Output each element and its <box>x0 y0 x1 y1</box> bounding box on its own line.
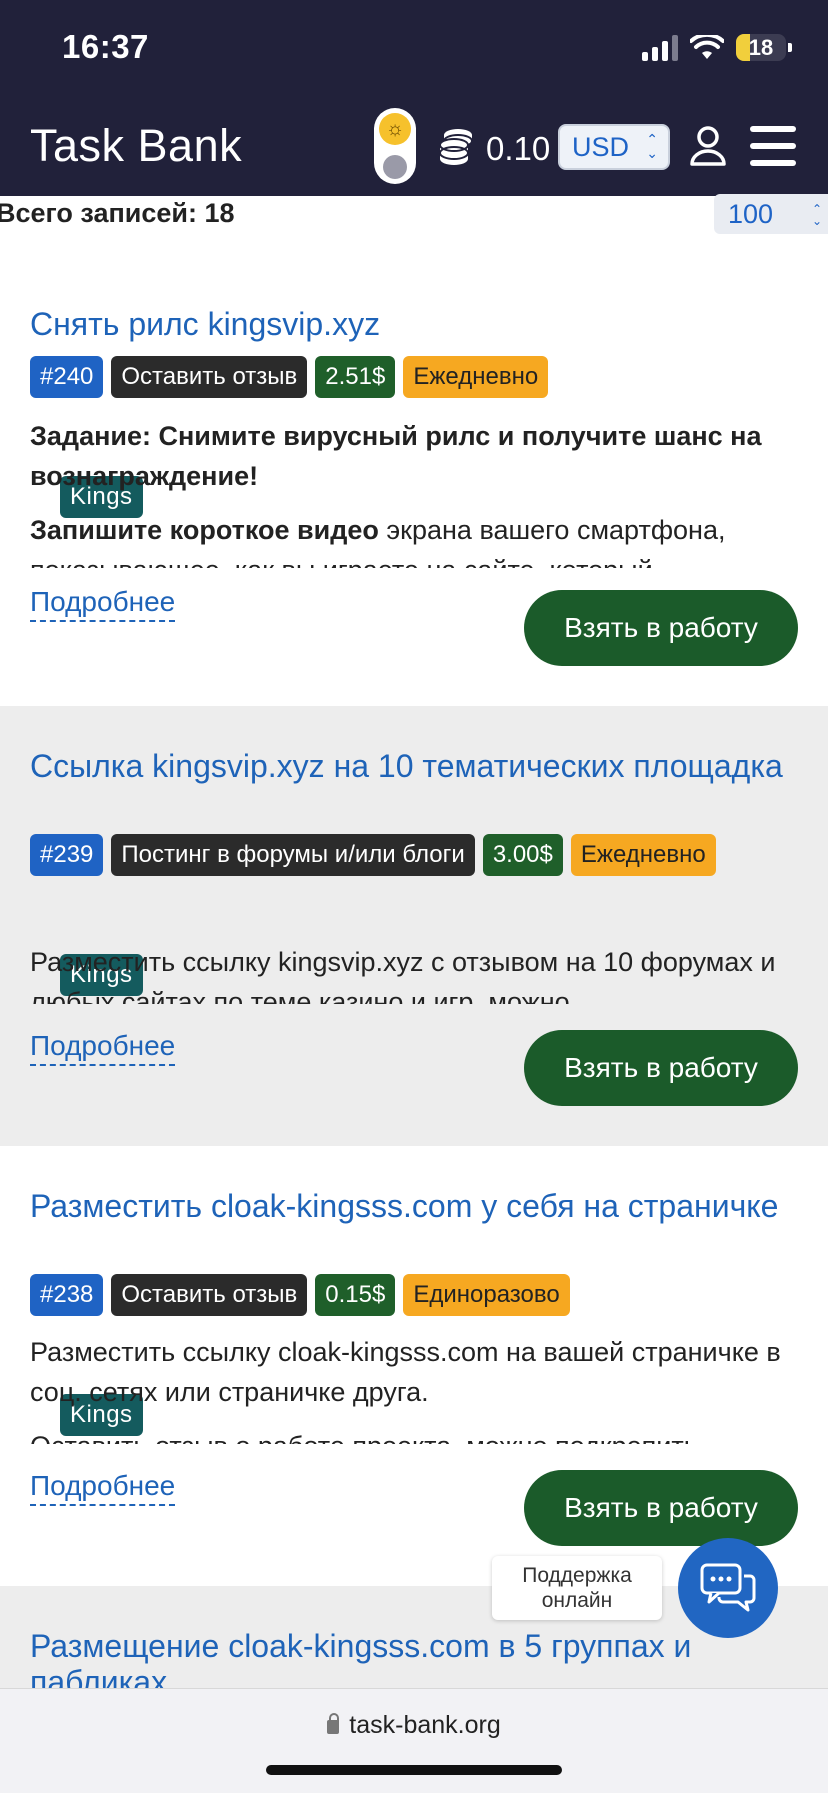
chat-bubbles-icon <box>700 1563 756 1612</box>
more-link[interactable]: Подробнее <box>30 1470 176 1506</box>
balance-amount: 0.10 <box>486 130 551 167</box>
wifi-icon <box>690 34 724 61</box>
task-frequency-badge: Ежедневно <box>570 834 716 876</box>
coins-icon <box>439 129 473 165</box>
theme-toggle[interactable]: ☼ <box>374 108 416 184</box>
cellular-signal-icon <box>642 34 678 61</box>
status-time: 16:37 <box>62 28 149 65</box>
take-task-button[interactable]: Взять в работу <box>524 1030 798 1106</box>
records-count: Всего записей: 18 <box>0 198 235 228</box>
task-id-badge: #239 <box>30 834 104 876</box>
hamburger-menu-icon[interactable] <box>750 126 796 166</box>
task-description-p2: Запишите короткое видео экрана вашего см… <box>30 510 800 568</box>
more-link[interactable]: Подробнее <box>30 586 176 622</box>
task-tags: #240 Оставить отзыв 2.51$ Ежедневно King… <box>30 356 810 518</box>
task-description-bold: Запишите короткое видео <box>30 515 379 545</box>
battery-level: 18 <box>748 34 774 60</box>
chevron-updown-icon: ⌃ ⌄ <box>646 131 658 161</box>
task-card: Ссылка kingsvip.xyz на 10 тематических п… <box>0 706 828 1146</box>
battery-tip <box>788 43 792 52</box>
task-price-badge: 2.51$ <box>315 356 396 398</box>
support-label-line1: Поддержка <box>522 1564 632 1587</box>
task-card: Разместить cloak-kingsss.com у себя на с… <box>0 1146 828 1586</box>
more-link[interactable]: Подробнее <box>30 1030 176 1066</box>
currency-value: USD <box>572 131 630 162</box>
toggle-knob <box>383 155 407 179</box>
task-title[interactable]: Ссылка kingsvip.xyz на 10 тематических п… <box>30 748 790 784</box>
task-price-badge: 3.00$ <box>482 834 563 876</box>
task-id-badge: #240 <box>30 356 104 398</box>
user-icon[interactable] <box>686 124 730 168</box>
task-type-badge: Оставить отзыв <box>111 1274 308 1316</box>
support-label[interactable]: Поддержка онлайн <box>492 1556 662 1620</box>
task-frequency-badge: Ежедневно <box>403 356 549 398</box>
per-page-value: 100 <box>728 198 774 229</box>
task-title[interactable]: Снять рилс kingsvip.xyz <box>30 306 790 342</box>
support-chat-button[interactable] <box>678 1538 778 1638</box>
task-title[interactable]: Разместить cloak-kingsss.com у себя на с… <box>30 1188 790 1224</box>
lock-icon <box>327 1713 340 1734</box>
battery-icon: 18 <box>736 34 786 61</box>
url-display[interactable]: task-bank.org <box>0 1711 828 1740</box>
task-description: Разместить ссылку cloak-kingsss.com на в… <box>30 1332 800 1444</box>
take-task-button[interactable]: Взять в работу <box>524 1470 798 1546</box>
task-description-p1: Задание: Снимите вирусный рилс и получит… <box>30 421 762 491</box>
url-text: task-bank.org <box>349 1711 501 1739</box>
records-bar: Всего записей: 18 <box>0 196 828 236</box>
task-title[interactable]: Размещение cloak-kingsss.com в 5 группах… <box>30 1628 790 1688</box>
task-type-badge: Оставить отзыв <box>111 356 308 398</box>
task-description: Задание: Снимите вирусный рилс и получит… <box>30 416 800 568</box>
currency-select[interactable]: USD ⌃ ⌄ <box>558 124 670 170</box>
chevron-updown-icon: ⌃ ⌄ <box>811 202 822 228</box>
task-tags: #238 Оставить отзыв 0.15$ Единоразово Ki… <box>30 1274 810 1436</box>
task-id-badge: #238 <box>30 1274 104 1316</box>
task-card: Снять рилс kingsvip.xyz #240 Оставить от… <box>0 236 828 706</box>
task-type-badge: Постинг в форумы и/или блоги <box>111 834 475 876</box>
browser-address-bar: task-bank.org <box>0 1688 828 1793</box>
task-frequency-badge: Единоразово <box>403 1274 570 1316</box>
sun-icon: ☼ <box>379 113 411 145</box>
status-indicators: 18 <box>642 34 792 61</box>
task-price-badge: 0.15$ <box>315 1274 396 1316</box>
task-description-p2: Оставить отзыв о работе проекта, можно п… <box>30 1426 800 1444</box>
per-page-select[interactable]: 100 ⌃ ⌄ <box>714 194 828 234</box>
brand-logo[interactable]: Task Bank <box>30 120 242 172</box>
take-task-button[interactable]: Взять в работу <box>524 590 798 666</box>
app-header: 16:37 18 Task Bank ☼ 0.10 USD ⌃ ⌄ <box>0 0 828 196</box>
support-label-line2: онлайн <box>541 1589 613 1612</box>
task-description-p1: Разместить ссылку kingsvip.xyz с отзывом… <box>30 947 776 1004</box>
task-tags: #239 Постинг в форумы и/или блоги 3.00$ … <box>30 834 810 996</box>
home-indicator[interactable] <box>266 1765 562 1775</box>
task-description: Разместить ссылку kingsvip.xyz с отзывом… <box>30 942 800 1004</box>
task-description-p1: Разместить ссылку cloak-kingsss.com на в… <box>30 1337 781 1407</box>
